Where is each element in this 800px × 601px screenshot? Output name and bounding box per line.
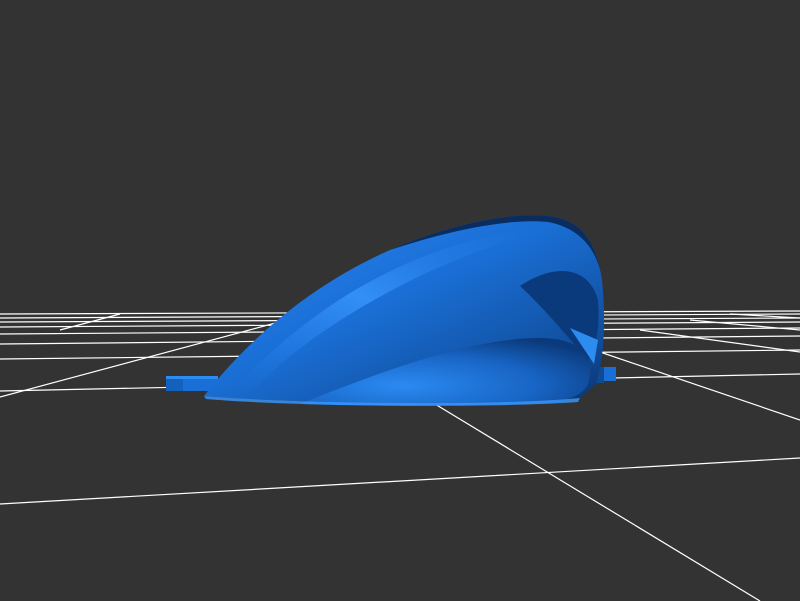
grid-line — [599, 351, 800, 421]
3d-mesh-model[interactable] — [166, 215, 616, 406]
grid-line — [639, 329, 800, 353]
scene-canvas[interactable] — [0, 0, 800, 601]
grid-line — [0, 457, 800, 505]
grid-line — [429, 400, 761, 601]
3d-viewport[interactable] — [0, 0, 800, 601]
